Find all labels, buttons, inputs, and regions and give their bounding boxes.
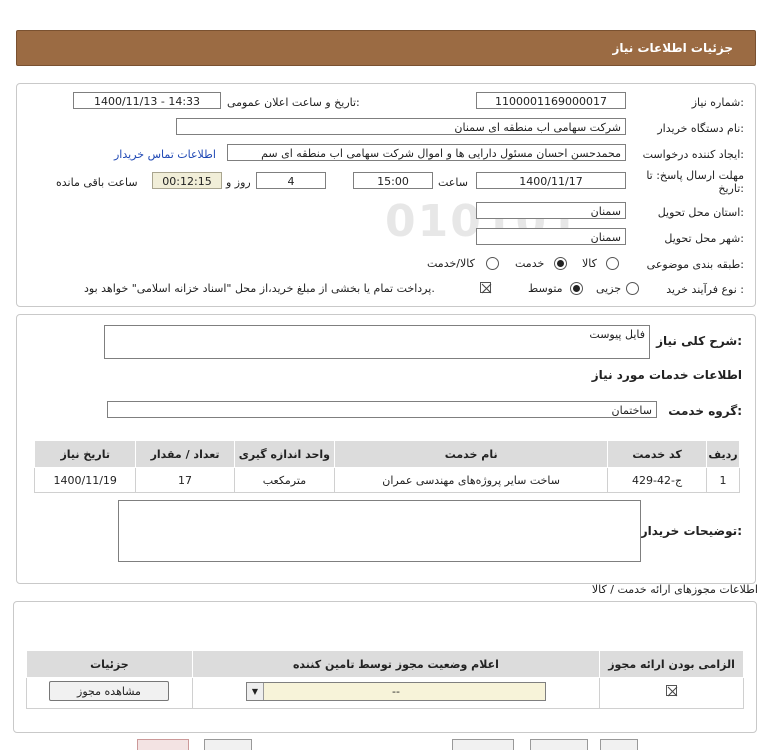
need-number-label: شماره نیاز: <box>691 96 744 109</box>
services-section-title: اطلاعات خدمات مورد نیاز <box>591 368 742 382</box>
table-row: 1 ج-42-429 ساخت سایر پروژه‌های مهندسی عم… <box>33 467 740 493</box>
category-radio-goods-service[interactable] <box>486 257 499 270</box>
category-radio-service[interactable] <box>554 257 567 270</box>
deadline-label-date: تاریخ: <box>718 182 744 195</box>
cell-service-name: ساخت سایر پروژه‌های مهندسی عمران <box>334 467 609 493</box>
description-field: فایل پیوست <box>104 325 650 359</box>
service-group-field: ساختمان <box>107 401 657 418</box>
col-row: ردیف <box>706 440 740 468</box>
cell-need-date: 1400/11/19 <box>33 467 137 493</box>
buyer-contact-link[interactable]: اطلاعات تماس خریدار <box>114 148 216 161</box>
treasury-payment-checkbox[interactable] <box>480 282 492 294</box>
service-group-label: گروه خدمت: <box>668 404 742 418</box>
buyer-notes-label: توضیحات خریدار: <box>640 524 742 538</box>
deadline-time-field: 15:00 <box>353 172 433 189</box>
requester-field: محمدحسن احسان مسئول دارایی ها و اموال شر… <box>227 144 626 161</box>
permit-status-value: -- <box>392 685 400 698</box>
process-radio-minor[interactable] <box>626 282 639 295</box>
col-permit-status: اعلام وضعیت مجوز توسط تامین کننده <box>191 650 601 678</box>
description-label: شرح کلی نیاز: <box>656 334 742 348</box>
col-service-name: نام خدمت <box>334 440 609 468</box>
permit-status-select[interactable]: -- ▼ <box>246 682 546 701</box>
buyer-notes-field <box>118 500 641 562</box>
permit-required-checkbox <box>666 685 678 697</box>
cross-icon <box>481 283 492 294</box>
cell-quantity: 17 <box>135 467 235 493</box>
deadline-days-label: روز و <box>226 176 251 189</box>
remaining-time-label: ساعت باقی مانده <box>56 176 138 189</box>
process-option-medium: متوسط <box>528 282 563 295</box>
cell-unit: مترمکعب <box>233 467 336 493</box>
category-option-goods-service: کالا/خدمت <box>427 257 475 270</box>
deadline-days-field: 4 <box>256 172 326 189</box>
services-table-header: ردیف کد خدمت نام خدمت واحد اندازه گیری ت… <box>33 440 740 468</box>
cross-icon <box>667 686 678 697</box>
col-service-code: کد خدمت <box>607 440 708 468</box>
deadline-time-label: ساعت <box>438 176 468 189</box>
col-quantity: تعداد / مقدار <box>135 440 235 468</box>
announce-label: تاریخ و ساعت اعلان عمومی: <box>227 96 360 109</box>
page-title: جزئیات اطلاعات نیاز <box>612 41 733 55</box>
need-number-field: 1100001169000017 <box>476 92 626 109</box>
buyer-org-label: نام دستگاه خریدار: <box>657 122 744 135</box>
permits-section-title: اطلاعات مجوزهای ارائه خدمت / کالا <box>591 583 758 596</box>
permits-table-header: الزامی بودن ارائه مجوز اعلام وضعیت مجوز … <box>26 650 744 678</box>
requester-label: ایجاد کننده درخواست: <box>642 148 744 161</box>
treasury-payment-note: پرداخت تمام یا بخشی از مبلغ خرید،از محل … <box>84 282 435 295</box>
remaining-time-field: 00:12:15 <box>152 172 222 189</box>
page-header: جزئیات اطلاعات نیاز <box>16 30 756 66</box>
deadline-date-field: 1400/11/17 <box>476 172 626 189</box>
delivery-province-label: استان محل تحویل: <box>657 206 744 219</box>
delivery-city-field: سمنان <box>476 228 626 245</box>
process-radio-medium[interactable] <box>570 282 583 295</box>
delivery-city-label: شهر محل تحویل: <box>664 232 744 245</box>
process-label: نوع فرآیند خرید : <box>666 283 744 296</box>
cell-row: 1 <box>706 467 740 493</box>
process-option-minor: جزیی <box>596 282 622 295</box>
services-table: ردیف کد خدمت نام خدمت واحد اندازه گیری ت… <box>33 440 740 493</box>
col-unit: واحد اندازه گیری <box>233 440 336 468</box>
deadline-label: مهلت ارسال پاسخ: تا <box>646 169 744 182</box>
col-permit-details: جزئیات <box>26 650 193 678</box>
category-option-goods: کالا <box>582 257 597 270</box>
col-permit-required: الزامی بودن ارائه مجوز <box>599 650 744 678</box>
cell-service-code: ج-42-429 <box>607 467 708 493</box>
category-option-service: خدمت <box>515 257 545 270</box>
col-need-date: تاریخ نیاز <box>33 440 137 468</box>
buyer-org-field: شرکت سهامی اب منطقه ای سمنان <box>176 118 626 135</box>
chevron-down-icon[interactable]: ▼ <box>247 683 264 700</box>
announce-field: 1400/11/13 - 14:33 <box>73 92 221 109</box>
view-permit-button[interactable]: مشاهده مجوز <box>49 681 169 701</box>
category-radio-goods[interactable] <box>606 257 619 270</box>
delivery-province-field: سمنان <box>476 202 626 219</box>
need-info-panel <box>16 83 756 307</box>
category-label: طبقه بندی موضوعی: <box>646 258 744 271</box>
